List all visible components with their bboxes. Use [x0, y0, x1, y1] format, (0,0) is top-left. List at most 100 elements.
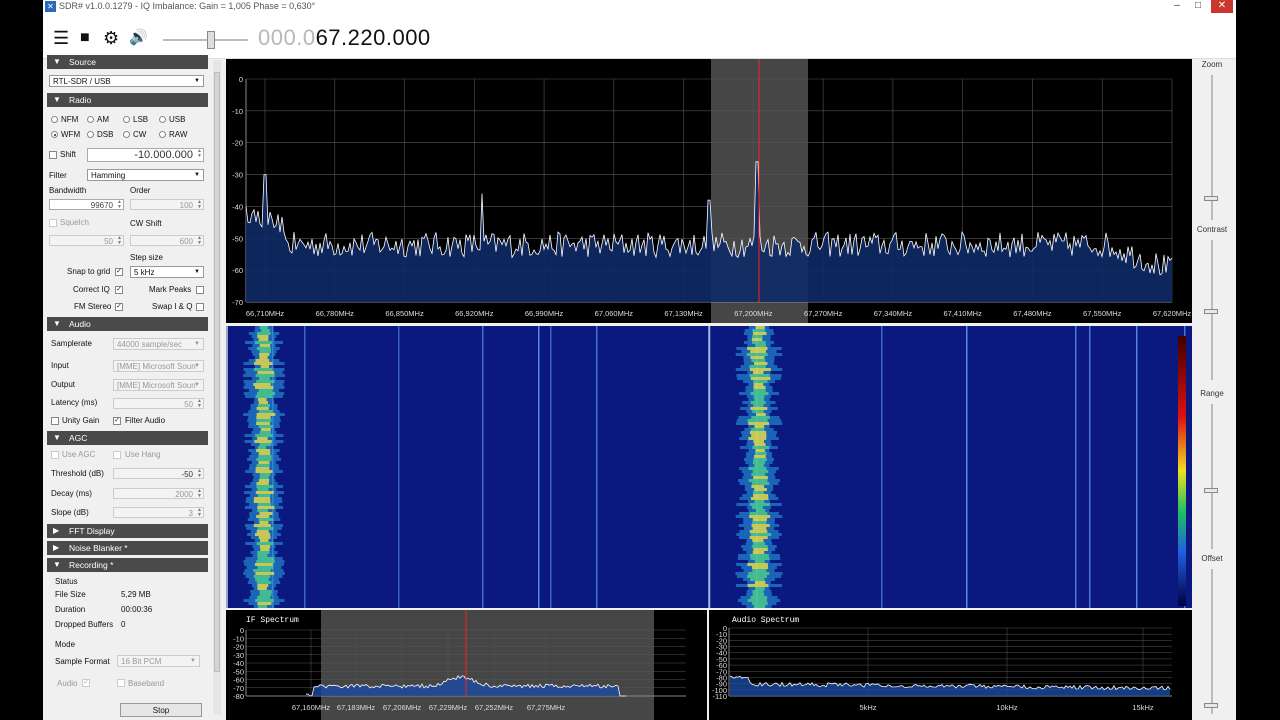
signal-band-core [752, 341, 766, 344]
if-spectrum-view[interactable]: 0 -10 -20 -30 -40 -50 -60 -70 -80 67,160MHz 67,183… [226, 610, 707, 720]
fft-display-section-header[interactable]: ▶ FFT Display [47, 524, 208, 538]
noise-blanker-section-header[interactable]: ▶ Noise Blanker * [47, 541, 208, 555]
mode-radio-nfm[interactable] [51, 116, 58, 123]
step-size-select[interactable]: 5 kHz ▼ [130, 266, 204, 278]
signal-band-core [256, 581, 272, 584]
spinner-arrows-icon[interactable]: ▲ ▼ [197, 399, 202, 409]
audio-output-select[interactable]: [MME] Microsoft Soun ▼ [113, 379, 204, 391]
mode-label-raw: RAW [169, 130, 188, 139]
latency-input[interactable]: 50 ▲ ▼ [113, 398, 204, 409]
decay-input[interactable]: 2000 ▲ ▼ [113, 488, 204, 499]
filter-audio-checkbox[interactable]: ✓ [113, 417, 121, 425]
frequency-leading-digits[interactable]: 000.0 [258, 25, 316, 50]
samplerate-select[interactable]: 44000 sample/sec ▼ [113, 338, 204, 350]
mode-radio-lsb[interactable] [123, 116, 130, 123]
spinner-arrows-icon[interactable]: ▲ ▼ [197, 200, 202, 210]
speaker-icon[interactable]: 🔊 [129, 28, 148, 48]
signal-band-core [750, 350, 767, 353]
decay-value: 2000 [175, 490, 193, 499]
snap-to-grid-checkbox[interactable]: ✓ [115, 268, 123, 276]
signal-band-core [753, 383, 764, 386]
cw-shift-input[interactable]: 600 ▲ ▼ [130, 235, 204, 246]
agc-section-header[interactable]: ▼ AGC [47, 431, 208, 445]
correct-iq-checkbox[interactable]: ✓ [115, 286, 123, 294]
swap-iq-checkbox[interactable] [196, 303, 204, 311]
spinner-arrows-icon[interactable]: ▲ ▼ [197, 236, 202, 246]
squelch-input[interactable]: 50 ▲ ▼ [49, 235, 124, 246]
shift-label: Shift [60, 150, 77, 159]
spectrum-view[interactable]: 0 -10 -20 -30 -40 -50 -60 -70 66,710MHz 66,780MHz… [226, 59, 1192, 323]
unity-gain-checkbox[interactable] [51, 417, 59, 425]
mode-radio-cw[interactable] [123, 131, 130, 138]
spinner-arrows-icon[interactable]: ▲ ▼ [197, 508, 202, 518]
signal-band-core [257, 494, 271, 497]
recording-section-header[interactable]: ▼ Recording * [47, 558, 208, 572]
minimize-button[interactable]: – [1168, 0, 1186, 13]
audio-section-header[interactable]: ▼ Audio [47, 317, 208, 331]
spinner-arrows-icon[interactable]: ▲ ▼ [197, 469, 202, 479]
threshold-input[interactable]: -50 ▲ ▼ [113, 468, 204, 479]
title-bar: ✕ SDR# v1.0.0.1279 - IQ Imbalance: Gain … [43, 0, 1236, 14]
mark-peaks-checkbox[interactable] [196, 286, 204, 294]
dropdown-arrow-icon: ▼ [190, 658, 196, 664]
gear-icon[interactable]: ⚙ [103, 28, 119, 48]
audio-spectrum-view[interactable]: 0 -10 -20 -30 -40 -50 -60 -70 -80 -90 -100 -110 5kHz… [709, 610, 1192, 720]
offset-slider[interactable] [1211, 569, 1213, 714]
mode-label-nfm: NFM [61, 115, 79, 124]
volume-slider[interactable] [163, 39, 248, 41]
contrast-slider-thumb[interactable] [1204, 309, 1218, 314]
range-slider-thumb[interactable] [1204, 488, 1218, 493]
spectrum-plot[interactable]: 0 -10 -20 -30 -40 -50 -60 -7066,710MHz 66,780MHz… [226, 59, 1192, 323]
scrollbar-thumb[interactable] [214, 72, 220, 672]
baseband-checkbox[interactable] [117, 679, 125, 687]
spinner-arrows-icon[interactable]: ▲ ▼ [117, 236, 122, 246]
zoom-slider-thumb[interactable] [1204, 196, 1218, 201]
mode-radio-raw[interactable] [159, 131, 166, 138]
frequency-display[interactable]: 000.067.220.000 [258, 25, 431, 51]
stop-icon[interactable]: ■ [80, 28, 90, 48]
bandwidth-input[interactable]: 99670 ▲ ▼ [49, 199, 124, 210]
audio-spectrum-plot[interactable]: 0-10-20-30-40-50-60-70-80-90-100-1105kHz… [709, 610, 1192, 720]
signal-band-core [256, 560, 275, 563]
fm-stereo-checkbox[interactable]: ✓ [115, 303, 123, 311]
audio-input-select[interactable]: [MME] Microsoft Soun ▼ [113, 360, 204, 372]
mode-radio-wfm[interactable] [51, 131, 58, 138]
offset-slider-thumb[interactable] [1204, 703, 1218, 708]
waterfall-plot[interactable] [226, 326, 1192, 608]
shift-input[interactable]: -10.000.000 ▲ ▼ [87, 148, 204, 162]
mode-radio-usb[interactable] [159, 116, 166, 123]
shift-checkbox[interactable] [49, 151, 57, 159]
squelch-checkbox[interactable] [49, 219, 57, 227]
order-input[interactable]: 100 ▲ ▼ [130, 199, 204, 210]
mode-radio-am[interactable] [87, 116, 94, 123]
use-agc-label: Use AGC [62, 450, 96, 459]
sample-format-select[interactable]: 16 Bit PCM ▼ [117, 655, 200, 667]
spinner-arrows-icon[interactable]: ▲ ▼ [117, 200, 122, 210]
if-spectrum-plot[interactable]: 0-10-20-30-40-50-60-70-8067,160MHz 67,183… [226, 610, 707, 720]
source-device-select[interactable]: RTL-SDR / USB ▼ [49, 75, 204, 87]
source-section-header[interactable]: ▼ Source [47, 55, 208, 69]
range-slider[interactable] [1211, 404, 1213, 549]
menu-icon[interactable]: ☰ [53, 28, 69, 48]
control-panel-scrollbar[interactable] [213, 60, 221, 715]
use-agc-checkbox[interactable] [51, 451, 59, 459]
radio-section-header[interactable]: ▼ Radio [47, 93, 208, 107]
maximize-button[interactable]: □ [1189, 0, 1207, 13]
spinner-arrows-icon[interactable]: ▲ ▼ [197, 489, 202, 499]
signal-band-core [257, 371, 275, 374]
signal-band-core [254, 362, 273, 365]
signal-band-core [748, 422, 770, 425]
frequency-digits[interactable]: 67.220.000 [316, 25, 431, 50]
volume-slider-thumb[interactable] [206, 31, 215, 49]
x-tick-label: 67,252MHz [475, 703, 514, 712]
spinner-arrows-icon[interactable]: ▲ ▼ [197, 149, 202, 159]
stop-recording-button[interactable]: Stop [120, 703, 202, 717]
mode-radio-dsb[interactable] [87, 131, 94, 138]
slope-input[interactable]: 3 ▲ ▼ [113, 507, 204, 518]
filter-select[interactable]: Hamming ▼ [87, 169, 204, 181]
use-hang-checkbox[interactable] [113, 451, 121, 459]
close-button[interactable]: ✕ [1211, 0, 1233, 13]
waterfall-view[interactable] [226, 326, 1192, 608]
x-tick-label: 66,990MHz [525, 309, 564, 318]
record-audio-checkbox[interactable]: ✓ [82, 679, 90, 687]
